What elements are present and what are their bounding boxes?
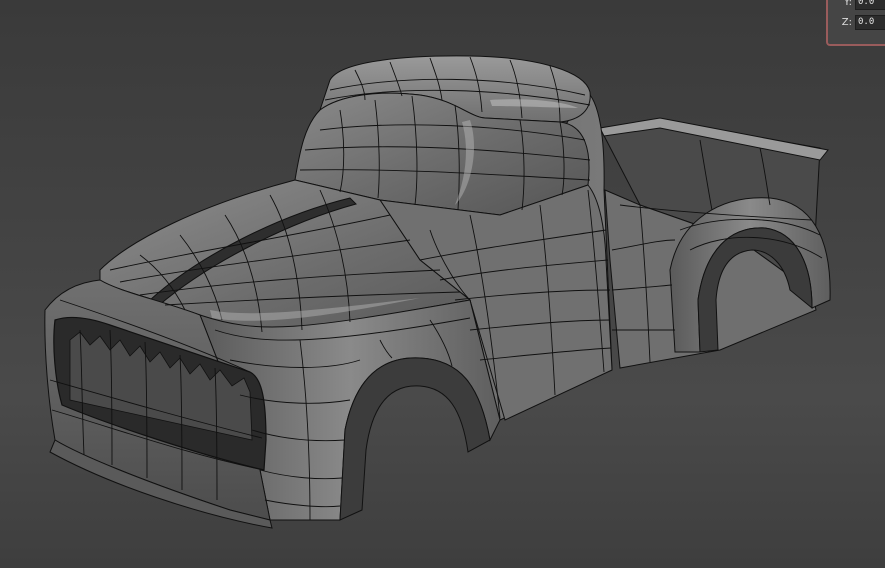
coord-row-y: Y: 0.0 bbox=[838, 0, 885, 10]
coord-z-label: Z: bbox=[841, 17, 852, 28]
3d-viewport[interactable]: Y: 0.0 Z: 0.0 bbox=[0, 0, 885, 568]
truck-body-model[interactable] bbox=[0, 0, 885, 568]
coordinate-readout-panel: Y: 0.0 Z: 0.0 bbox=[826, 0, 885, 46]
coord-y-label: Y: bbox=[843, 0, 852, 8]
coord-row-z: Z: 0.0 bbox=[838, 15, 885, 30]
coord-z-field[interactable]: 0.0 bbox=[855, 15, 885, 30]
coord-y-field[interactable]: 0.0 bbox=[855, 0, 885, 10]
